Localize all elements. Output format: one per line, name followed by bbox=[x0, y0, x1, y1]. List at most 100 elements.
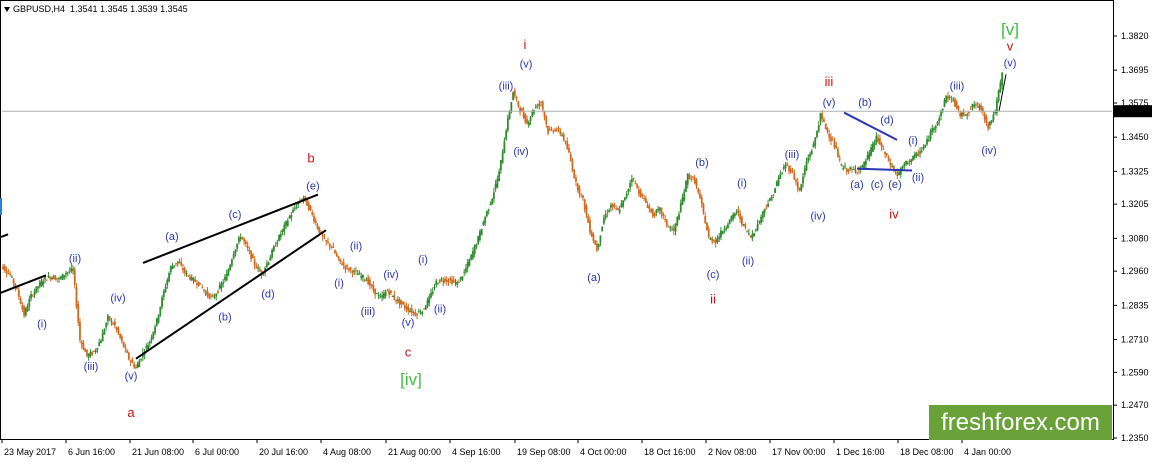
candle bbox=[919, 147, 921, 158]
wave-label: i bbox=[524, 37, 527, 52]
candle bbox=[402, 301, 404, 306]
candle bbox=[341, 260, 343, 266]
candle bbox=[540, 101, 542, 107]
candle bbox=[494, 179, 497, 192]
candle bbox=[241, 236, 244, 240]
candle bbox=[154, 324, 156, 336]
candle bbox=[362, 274, 364, 282]
candle bbox=[615, 205, 618, 211]
wave-label: (i) bbox=[334, 277, 344, 289]
wave-label: (v) bbox=[823, 97, 836, 109]
candle bbox=[772, 193, 775, 199]
candle bbox=[699, 189, 701, 200]
candle bbox=[702, 202, 705, 215]
candle bbox=[892, 164, 895, 173]
candle bbox=[224, 274, 226, 283]
candle bbox=[501, 149, 504, 164]
wave-label: ii bbox=[710, 291, 716, 306]
wave-label: iv bbox=[889, 207, 899, 222]
candle bbox=[122, 341, 125, 348]
candle bbox=[42, 278, 45, 288]
candle bbox=[576, 182, 579, 193]
candle bbox=[328, 243, 331, 251]
wave-label: (iii) bbox=[84, 361, 99, 373]
candle bbox=[716, 235, 719, 244]
candle bbox=[28, 295, 31, 311]
candle bbox=[318, 226, 321, 234]
candle bbox=[878, 134, 881, 146]
candle bbox=[623, 197, 626, 202]
candle bbox=[732, 212, 735, 222]
candle bbox=[955, 99, 958, 110]
y-tick-label: 1.3080 bbox=[1121, 233, 1149, 243]
candle bbox=[852, 166, 855, 170]
candle bbox=[707, 225, 710, 239]
candle bbox=[763, 208, 766, 217]
x-axis: 23 May 2017 6 Jun 16:00 21 Jun 08:00 6 Jul … bbox=[1, 439, 1011, 457]
candle bbox=[676, 215, 679, 227]
candle bbox=[669, 225, 672, 232]
candle bbox=[386, 288, 389, 292]
candle bbox=[503, 137, 506, 154]
candle bbox=[947, 91, 949, 103]
candle bbox=[285, 220, 287, 230]
candle bbox=[288, 214, 291, 219]
candle bbox=[671, 225, 673, 231]
candle bbox=[610, 202, 612, 212]
candle bbox=[688, 172, 691, 180]
wave-label: (ii) bbox=[69, 253, 81, 265]
candle bbox=[24, 306, 27, 318]
candle bbox=[826, 127, 829, 134]
candle bbox=[929, 128, 932, 142]
candle bbox=[880, 141, 883, 152]
candle bbox=[543, 110, 546, 121]
candle bbox=[334, 249, 336, 254]
candle bbox=[840, 163, 843, 167]
candle bbox=[744, 222, 747, 230]
candle bbox=[185, 270, 188, 277]
candle bbox=[426, 297, 429, 309]
candle bbox=[566, 137, 569, 150]
candle bbox=[458, 279, 460, 284]
candle bbox=[355, 266, 357, 275]
candle bbox=[761, 210, 764, 223]
candle bbox=[637, 185, 640, 197]
candle bbox=[487, 208, 490, 215]
candle bbox=[236, 243, 239, 252]
candle bbox=[232, 250, 235, 260]
candle bbox=[391, 295, 394, 297]
wave-label: (d) bbox=[261, 288, 274, 300]
candle bbox=[548, 126, 551, 131]
candle bbox=[70, 264, 73, 274]
candle bbox=[180, 257, 183, 267]
y-tick-label: 1.3695 bbox=[1121, 65, 1149, 75]
candle bbox=[906, 161, 909, 166]
candle bbox=[807, 154, 810, 164]
candle bbox=[136, 361, 139, 369]
candle bbox=[311, 209, 314, 217]
candle bbox=[632, 177, 635, 182]
candle bbox=[643, 194, 645, 201]
candle bbox=[278, 234, 280, 242]
candle bbox=[421, 310, 424, 317]
candle bbox=[265, 260, 268, 269]
candle bbox=[440, 277, 443, 282]
candle bbox=[234, 249, 237, 257]
candle bbox=[3, 263, 6, 273]
candle bbox=[379, 293, 382, 299]
candle bbox=[435, 278, 438, 288]
wave-label: (iii) bbox=[785, 149, 800, 161]
x-tick-label: 4 Aug 08:00 bbox=[323, 447, 371, 457]
plot-frame bbox=[0, 0, 1114, 440]
candle bbox=[536, 103, 539, 109]
wave-label: [v] bbox=[1001, 20, 1019, 39]
candle bbox=[360, 272, 363, 281]
candle bbox=[849, 166, 852, 171]
candle bbox=[486, 210, 488, 218]
candle bbox=[795, 178, 797, 186]
y-tick-label: 1.3450 bbox=[1121, 132, 1149, 142]
candle bbox=[866, 151, 869, 161]
candle bbox=[648, 203, 651, 213]
candle bbox=[393, 290, 396, 301]
x-tick-label: 4 Jan 00:00 bbox=[964, 447, 1011, 457]
